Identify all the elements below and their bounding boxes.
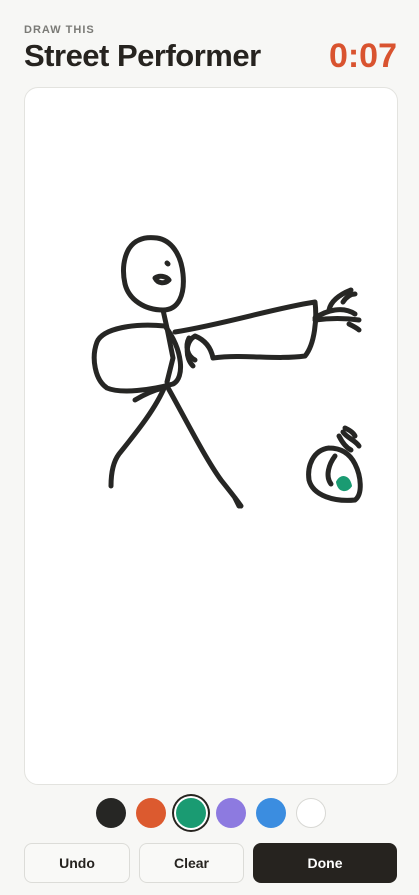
- color-palette: [0, 797, 419, 831]
- prompt-word: Street Performer: [24, 38, 261, 73]
- stroke-leg-right: [164, 383, 244, 509]
- stroke-peg-3: [346, 321, 362, 333]
- countdown-timer: 0:07: [328, 37, 397, 75]
- color-swatch-black[interactable]: [96, 798, 126, 828]
- undo-button[interactable]: Undo: [24, 843, 130, 883]
- stroke-body: [160, 307, 176, 385]
- color-swatch-green[interactable]: [176, 798, 206, 828]
- stroke-mouth: [152, 273, 172, 286]
- stroke-coin: [336, 476, 352, 492]
- stroke-headstock: [312, 316, 362, 323]
- color-swatch-blue[interactable]: [256, 798, 286, 828]
- color-swatch-purple[interactable]: [216, 798, 246, 828]
- stroke-eye: [164, 260, 171, 267]
- stroke-bag-inner: [325, 453, 338, 487]
- drawing-strokes: [91, 235, 363, 509]
- stroke-head: [121, 235, 186, 313]
- stroke-guitar-neck: [172, 299, 319, 369]
- draw-screen: DRAW THIS Street Performer 0:07 Undo Cle…: [0, 0, 419, 895]
- prompt-label: DRAW THIS: [24, 24, 95, 36]
- done-button[interactable]: Done: [253, 843, 397, 883]
- clear-button[interactable]: Clear: [139, 843, 244, 883]
- drawing-canvas[interactable]: [24, 87, 398, 785]
- color-swatch-white[interactable]: [296, 798, 326, 828]
- color-swatch-orange[interactable]: [136, 798, 166, 828]
